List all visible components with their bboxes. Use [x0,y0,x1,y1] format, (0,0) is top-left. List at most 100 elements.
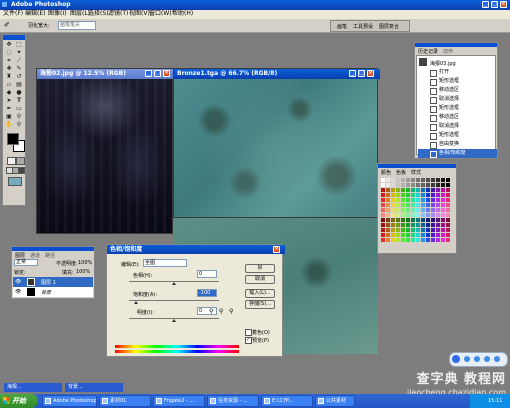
layer-visibility-eye-icon[interactable]: 👁 [15,289,21,295]
hand-tool-icon[interactable]: ✋ [5,121,13,128]
color-swatch[interactable] [411,238,415,242]
color-swatch[interactable] [436,178,440,182]
color-swatch[interactable] [396,198,400,202]
color-swatch[interactable] [386,208,390,212]
color-swatch[interactable] [401,178,405,182]
color-swatch[interactable] [391,183,395,187]
color-swatch[interactable] [426,188,430,192]
color-swatch[interactable] [396,208,400,212]
taskbar-item[interactable]: 任务资源 - ... [207,395,259,407]
menu-edit[interactable]: 编辑(E) [25,10,45,18]
doc1-close-button[interactable]: × [163,70,170,77]
history-snapshot-thumb[interactable] [419,58,427,66]
status-dot-2-icon[interactable] [474,356,480,362]
color-swatch[interactable] [381,208,385,212]
paths-tab[interactable]: 路径 [45,252,55,259]
color-swatch[interactable] [396,228,400,232]
color-swatch[interactable] [411,223,415,227]
color-swatch[interactable] [386,218,390,222]
color-swatch[interactable] [386,223,390,227]
color-swatch[interactable] [446,198,450,202]
menu-filter[interactable]: 滤镜(T) [108,10,128,18]
color-swatch[interactable] [436,233,440,237]
crop-tool-icon[interactable]: ⌗ [5,57,13,64]
history-item[interactable]: 取消选择 [418,122,497,131]
zoom-tool-icon[interactable]: ⚲ [15,121,23,128]
color-swatch[interactable] [396,223,400,227]
color-swatch[interactable] [436,188,440,192]
eyedropper-minus-icon[interactable]: ⚲ [229,308,233,315]
color-swatch[interactable] [391,238,395,242]
layer-row[interactable]: 👁 背景 [13,287,93,297]
clock[interactable]: 15:11 [488,398,502,404]
colorize-checkbox[interactable] [245,329,252,336]
color-swatch[interactable] [396,203,400,207]
screen-mode-full-icon[interactable] [18,167,25,174]
color-swatch[interactable] [446,213,450,217]
color-swatch[interactable] [426,218,430,222]
color-swatch[interactable] [411,208,415,212]
color-swatch[interactable] [416,213,420,217]
styles-tab[interactable]: 样式 [411,169,421,176]
load-button[interactable]: 载入(L)... [245,289,275,298]
color-swatch[interactable] [431,208,435,212]
color-swatch[interactable] [436,203,440,207]
slider-thumb[interactable] [134,301,139,304]
color-swatch[interactable] [411,183,415,187]
magic-wand-icon[interactable]: ✦ [15,49,23,56]
color-swatch[interactable] [406,233,410,237]
color-swatch[interactable] [421,188,425,192]
color-swatch[interactable] [416,223,420,227]
eyedropper-icon[interactable]: ⚲ [209,308,213,315]
color-swatch[interactable] [406,223,410,227]
color-swatch[interactable] [436,223,440,227]
color-swatch[interactable] [416,188,420,192]
type-tool-icon[interactable]: T [15,97,23,104]
save-button[interactable]: 存储(S)... [245,300,275,309]
blur-tool-icon[interactable]: ◆ [5,89,13,96]
color-swatch[interactable] [401,193,405,197]
color-swatch[interactable] [396,183,400,187]
color-swatch[interactable] [386,198,390,202]
color-swatch[interactable] [436,213,440,217]
poster-canvas[interactable] [37,79,172,233]
color-swatch[interactable] [441,193,445,197]
color-swatch[interactable] [401,203,405,207]
color-swatch[interactable] [436,183,440,187]
color-swatch[interactable] [426,213,430,217]
color-swatch[interactable] [401,233,405,237]
color-swatch[interactable] [396,213,400,217]
color-swatch[interactable] [406,188,410,192]
color-swatch[interactable] [441,183,445,187]
color-swatch[interactable] [446,183,450,187]
toolbox-header[interactable] [3,35,25,40]
doc2-close-button[interactable]: × [367,70,374,77]
history-header[interactable] [415,43,497,47]
color-swatch[interactable] [431,198,435,202]
color-swatch[interactable] [431,233,435,237]
color-swatch[interactable] [391,223,395,227]
color-swatch[interactable] [421,233,425,237]
layer-name[interactable]: 背景 [41,289,51,296]
color-swatch[interactable] [446,218,450,222]
quickmask-on-icon[interactable] [16,157,25,165]
history-item[interactable]: 打开 [418,68,497,77]
color-swatch[interactable] [381,228,385,232]
actions-tab[interactable]: 动作 [443,48,453,55]
dock-tab-brushes[interactable]: 画笔 [337,23,347,30]
color-swatch[interactable] [386,233,390,237]
color-swatch[interactable] [421,208,425,212]
color-swatch[interactable] [431,188,435,192]
color-swatch[interactable] [411,233,415,237]
slider-thumb[interactable] [172,282,176,285]
color-swatch[interactable] [391,228,395,232]
brush-tool-icon[interactable]: ✎ [15,65,23,72]
color-swatch[interactable] [421,238,425,242]
color-swatch[interactable] [391,178,395,182]
color-swatch[interactable] [421,178,425,182]
document-window-bronze[interactable]: Bronze1.tga @ 66.7% (RGB/8) _ □ × [173,68,380,218]
taskbar-item[interactable]: 素材01 [99,395,151,407]
color-swatch[interactable] [381,233,385,237]
status-blue-icon[interactable] [452,355,460,363]
pen-tool-icon[interactable]: ✒ [5,105,13,112]
